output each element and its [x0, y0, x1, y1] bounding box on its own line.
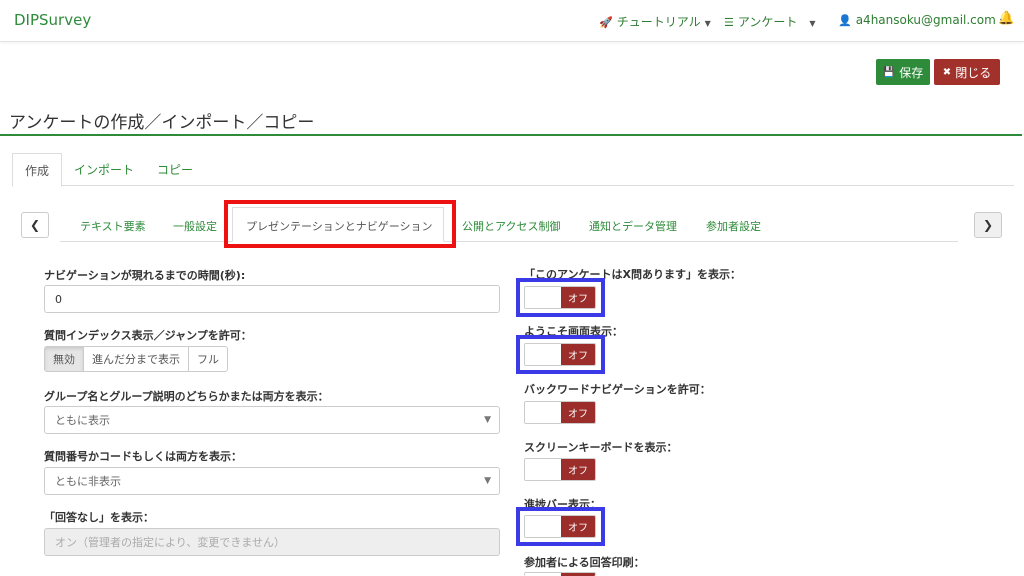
tab-create[interactable]: 作成 [12, 153, 63, 187]
tab-copy[interactable]: コピー [145, 153, 205, 186]
nav-tutorial-label: チュートリアル [616, 15, 701, 29]
group-info-label: グループ名とグループ説明のどちらかまたは両方を表示： [44, 390, 329, 403]
toggle-state: オフ [561, 402, 595, 423]
save-label: 保存 [899, 65, 924, 80]
caret-down-icon: ▼ [704, 19, 711, 28]
nav-user-label: a4hansoku@gmail.com [855, 13, 996, 27]
main-tabs: 作成 インポート コピー [12, 153, 1014, 187]
question-index-button-group: 無効 進んだ分まで表示 フル [44, 346, 228, 372]
no-answer-input-disabled: オン（管理者の指定により、変更できません） [44, 528, 500, 556]
nav-surveys-label: アンケート [737, 15, 798, 29]
question-number-select[interactable]: ともに非表示 ▼ [44, 467, 500, 495]
toggle-handle [525, 459, 561, 480]
caret-down-icon: ▼ [809, 19, 816, 28]
list-icon: ☰ [724, 16, 734, 29]
bell-icon[interactable]: 🔔 [998, 11, 1014, 26]
red-highlight-box [224, 200, 456, 248]
toggle-state: オフ [561, 459, 595, 480]
question-number-value: ともに非表示 [55, 475, 121, 488]
question-index-label: 質問インデックス表示／ジャンプを許可： [44, 329, 252, 342]
nav-surveys-dropdown[interactable]: ☰ アンケート ▼ [724, 13, 816, 30]
toggle-print-answers[interactable]: オフ [524, 572, 596, 576]
question-index-option-full[interactable]: フル [188, 346, 228, 372]
toggle-handle [525, 402, 561, 423]
user-icon: 👤 [838, 14, 852, 27]
chevron-down-icon: ▼ [484, 415, 491, 425]
subtab-participant-settings[interactable]: 参加者設定 [706, 218, 761, 234]
rocket-icon: 🚀 [599, 16, 613, 29]
subtab-general-settings[interactable]: 一般設定 [173, 218, 217, 234]
chevron-left-icon: ❮ [29, 218, 41, 232]
close-button[interactable]: ✖ 閉じる [934, 59, 1000, 85]
question-number-label: 質問番号かコードもしくは両方を表示： [44, 450, 242, 463]
top-navbar: DIPSurvey 🚀 チュートリアル ▼ ☰ アンケート ▼ 👤 a4hansoku@g… [0, 0, 1024, 42]
toggle-label-print-answers: 参加者による回答印刷： [524, 556, 645, 569]
scroll-right-button[interactable]: ❯ [974, 212, 1002, 238]
group-info-value: ともに表示 [55, 414, 110, 427]
question-index-option-incremental[interactable]: 進んだ分まで表示 [83, 346, 189, 372]
sub-tabs-divider [60, 241, 958, 242]
chevron-right-icon: ❯ [982, 218, 994, 232]
question-index-option-disabled[interactable]: 無効 [44, 346, 84, 372]
subtab-notification-data[interactable]: 通知とデータ管理 [589, 218, 677, 234]
chevron-down-icon: ▼ [484, 476, 491, 486]
nav-user-dropdown[interactable]: 👤 a4hansoku@gmail.com ▼ [838, 13, 1006, 27]
subtab-publication-access[interactable]: 公開とアクセス制御 [462, 218, 560, 234]
nav-tutorial-dropdown[interactable]: 🚀 チュートリアル ▼ [599, 13, 711, 30]
blue-highlight-box [516, 335, 605, 374]
toggle-backward-nav[interactable]: オフ [524, 401, 596, 424]
toggle-screen-keyboard[interactable]: オフ [524, 458, 596, 481]
close-label: 閉じる [955, 65, 992, 80]
page-title: アンケートの作成／インポート／コピー [9, 113, 315, 133]
blue-highlight-box [516, 507, 605, 546]
save-button[interactable]: 💾 保存 [876, 59, 930, 85]
nav-delay-label: ナビゲーションが現れるまでの時間(秒): [44, 269, 246, 282]
subtab-text-elements[interactable]: テキスト要素 [80, 218, 146, 234]
scroll-left-button[interactable]: ❮ [21, 212, 49, 238]
toggle-label-screen-keyboard: スクリーンキーボードを表示： [524, 441, 678, 454]
no-answer-label: 「回答なし」を表示： [44, 511, 154, 524]
brand-logo[interactable]: DIPSurvey [14, 11, 91, 29]
group-info-select[interactable]: ともに表示 ▼ [44, 406, 500, 434]
blue-highlight-box [516, 278, 605, 317]
close-icon: ✖ [942, 66, 952, 78]
floppy-disk-icon: 💾 [882, 66, 896, 78]
nav-delay-input[interactable]: 0 [44, 285, 500, 313]
toggle-label-backward-nav: バックワードナビゲーションを許可： [524, 383, 711, 396]
title-divider [0, 134, 1022, 136]
tab-import[interactable]: インポート [62, 153, 146, 186]
